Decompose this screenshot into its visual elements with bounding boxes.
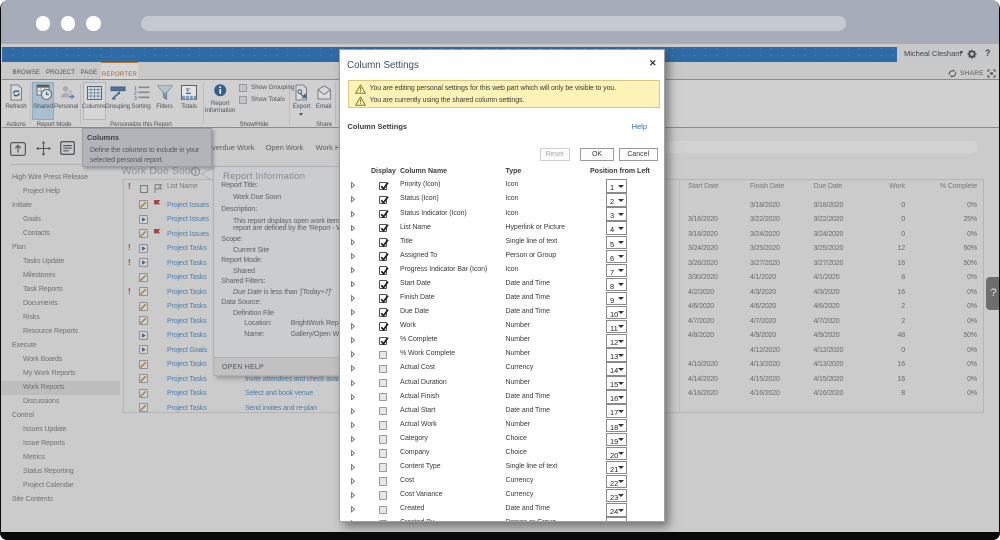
svg-text:3: 3	[134, 96, 137, 100]
svg-text:Σ: Σ	[186, 86, 192, 96]
